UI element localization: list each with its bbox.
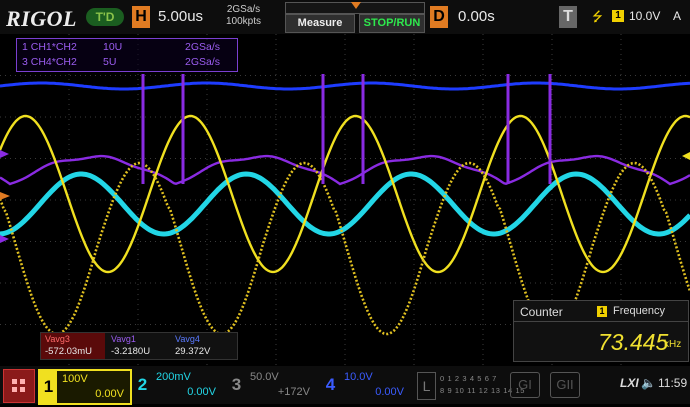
counter-divider bbox=[514, 321, 688, 322]
channel3-offset: +172V bbox=[277, 386, 310, 398]
channel4-scale: 10.0V bbox=[344, 371, 373, 383]
frequency-counter-panel[interactable]: Counter 1 Frequency 73.445 kHz bbox=[513, 300, 689, 362]
trigger-position-marker bbox=[351, 2, 361, 9]
math-info-panel[interactable]: 1 CH1*CH2 10U 2GSa/s 3 CH4*CH2 5U 2GSa/s bbox=[16, 38, 238, 72]
measurement-results[interactable]: Vavg3 -572.03mU Vavg1 -3.2180U Vavg4 29.… bbox=[40, 332, 238, 360]
channel2-offset: 0.00V bbox=[187, 386, 216, 398]
main-menu-button[interactable] bbox=[3, 369, 35, 403]
measure-button[interactable]: Measure bbox=[285, 14, 355, 33]
math1-row: 1 CH1*CH2 bbox=[22, 41, 77, 53]
math3-name: 3 CH4*CH2 bbox=[22, 56, 77, 68]
channel2-number: 2 bbox=[137, 375, 148, 394]
math3-row: 3 CH4*CH2 bbox=[22, 56, 77, 68]
logic-channels-row1: 0 1 2 3 4 5 6 7 bbox=[440, 374, 497, 383]
generator1-button[interactable]: GI bbox=[510, 372, 540, 398]
counter-title: Counter bbox=[520, 305, 563, 319]
trigger-status-badge: T'D bbox=[86, 8, 124, 26]
sample-rate: 2GSa/s bbox=[226, 4, 261, 15]
meas-value: 29.372V bbox=[175, 346, 211, 357]
meas-cell-vavg3[interactable]: Vavg3 -572.03mU bbox=[41, 333, 105, 359]
memory-depth: 100kpts bbox=[226, 16, 262, 27]
delay-menu-button[interactable]: D bbox=[430, 6, 448, 28]
ch4-trace bbox=[0, 81, 690, 91]
timebase-value[interactable]: 5.00us bbox=[158, 8, 203, 25]
trigger-menu-button[interactable]: T bbox=[559, 6, 577, 28]
trigger-level[interactable]: 10.0V bbox=[629, 9, 660, 23]
math3-rate: 2GSa/s bbox=[185, 56, 221, 68]
channel1-block[interactable]: 1 100V 0.00V bbox=[38, 369, 132, 405]
delay-value[interactable]: 0.00s bbox=[458, 8, 495, 25]
brand-logo: RIGOL bbox=[6, 6, 77, 31]
math1-name: 1 CH1*CH2 bbox=[22, 41, 77, 53]
channel3-scale: 50.0V bbox=[250, 371, 279, 383]
lxi-icon: LXI bbox=[620, 376, 639, 390]
trigger-slope-icon: ⭍ bbox=[592, 9, 603, 24]
meas-label: Vavg1 bbox=[111, 334, 136, 344]
math3-scale: 5U bbox=[103, 56, 117, 68]
math1-scale: 10U bbox=[103, 41, 123, 53]
channel4-number: 4 bbox=[325, 375, 336, 394]
channel4-block[interactable]: 4 10.0V 0.00V bbox=[322, 369, 410, 401]
counter-unit: kHz bbox=[664, 339, 682, 350]
generator2-button[interactable]: GII bbox=[550, 372, 580, 398]
math1-rate: 2GSa/s bbox=[185, 41, 221, 53]
meas-label: Vavg3 bbox=[45, 334, 70, 344]
channel4-offset: 0.00V bbox=[375, 386, 404, 398]
ch4-ground-marker bbox=[0, 150, 9, 158]
meas-label: Vavg4 bbox=[175, 334, 200, 344]
trigger-mode[interactable]: A bbox=[673, 9, 681, 23]
trigger-source-badge: 1 bbox=[612, 10, 624, 22]
channel1-offset: 0.00V bbox=[95, 388, 124, 400]
acquisition-info: 2GSa/s 100kpts bbox=[226, 4, 261, 28]
speaker-icon[interactable]: 🔈 bbox=[641, 376, 656, 390]
logic-analyzer-button[interactable]: L bbox=[417, 372, 436, 400]
horizontal-menu-button[interactable]: H bbox=[132, 6, 150, 28]
channel2-block[interactable]: 2 200mV 0.00V bbox=[134, 369, 222, 401]
counter-mode: Frequency bbox=[613, 305, 665, 317]
meas-cell-vavg4[interactable]: Vavg4 29.372V bbox=[171, 333, 235, 359]
grid-menu-icon bbox=[12, 379, 25, 392]
channel3-block[interactable]: 3 50.0V +172V bbox=[228, 369, 316, 401]
stop-run-button[interactable]: STOP/RUN bbox=[359, 14, 425, 33]
channel3-number: 3 bbox=[231, 375, 242, 394]
clock-time: 11:59 bbox=[658, 376, 688, 390]
ch1-ground-marker bbox=[0, 192, 10, 200]
meas-value: -572.03mU bbox=[45, 346, 92, 357]
counter-source-badge: 1 bbox=[597, 306, 607, 317]
channel2-scale: 200mV bbox=[156, 371, 191, 383]
math3-ground-marker bbox=[0, 235, 9, 243]
channel1-scale: 100V bbox=[62, 373, 88, 385]
channel1-number: 1 bbox=[40, 371, 57, 403]
meas-cell-vavg1[interactable]: Vavg1 -3.2180U bbox=[107, 333, 171, 359]
meas-value: -3.2180U bbox=[111, 346, 151, 357]
counter-value: 73.445 bbox=[598, 329, 669, 355]
